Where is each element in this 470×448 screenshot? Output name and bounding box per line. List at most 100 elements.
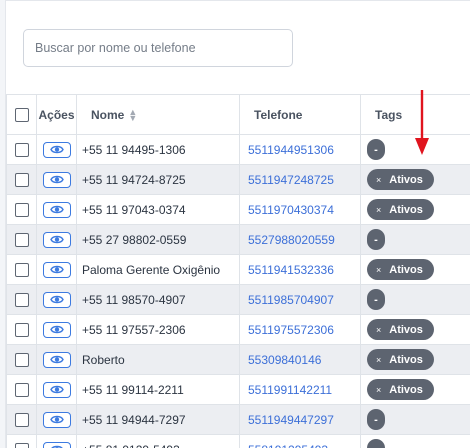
tag-empty-badge[interactable]: - (367, 289, 385, 310)
row-checkbox[interactable] (14, 412, 29, 427)
contact-name: +55 11 97557-2306 (76, 314, 240, 345)
row-checkbox[interactable] (14, 262, 29, 277)
contact-name: +55 27 98802-0559 (76, 224, 240, 255)
contact-tags-cell: × Ativos (360, 194, 470, 225)
contact-phone-link[interactable]: 55309840146 (239, 344, 361, 375)
contact-phone-link[interactable]: 5511944951306 (239, 134, 361, 165)
row-checkbox[interactable] (14, 382, 29, 397)
row-checkbox[interactable] (14, 142, 29, 157)
contact-name: +55 11 98570-4907 (76, 284, 240, 315)
tag-chip[interactable]: × Ativos (367, 319, 434, 340)
select-all-checkbox[interactable] (14, 107, 29, 122)
table-row: Roberto 55309840146 × Ativos (6, 344, 470, 375)
row-select-cell (6, 284, 37, 315)
tag-remove-icon[interactable]: × (376, 325, 381, 335)
contact-phone-link[interactable]: 5511985704907 (239, 284, 361, 315)
view-contact-button[interactable] (42, 201, 71, 218)
row-actions-cell (36, 344, 77, 375)
tag-chip[interactable]: × Ativos (367, 169, 434, 190)
tag-empty-badge[interactable]: - (367, 229, 385, 250)
row-select-cell (6, 314, 37, 345)
contact-name: Roberto (76, 344, 240, 375)
table-body: +55 11 94495-1306 5511944951306- +55 11 94… (6, 134, 470, 448)
contact-phone-link[interactable]: 5511941532336 (239, 254, 361, 285)
contact-name: +55 11 94495-1306 (76, 134, 240, 165)
sort-icon[interactable]: ▲ ▼ (128, 108, 137, 123)
view-contact-button[interactable] (42, 381, 71, 398)
view-contact-button[interactable] (42, 291, 71, 308)
tag-label: Ativos (389, 353, 423, 366)
tag-remove-icon[interactable]: × (376, 355, 381, 365)
view-contact-button[interactable] (42, 231, 71, 248)
row-actions-cell (36, 254, 77, 285)
contact-phone-link[interactable]: 558191295493 (239, 434, 361, 448)
row-checkbox[interactable] (14, 352, 29, 367)
row-checkbox[interactable] (14, 292, 29, 307)
tag-chip[interactable]: × Ativos (367, 259, 434, 280)
view-contact-button[interactable] (42, 321, 71, 338)
contacts-table: Ações Nome ▲ ▼ Telefone Tags +55 11 94495-… (6, 94, 470, 448)
row-checkbox[interactable] (14, 232, 29, 247)
contact-name: +55 11 94724-8725 (76, 164, 240, 195)
tag-empty-badge[interactable]: - (367, 139, 385, 160)
header-acoes: Ações (36, 94, 77, 135)
view-contact-button[interactable] (42, 261, 71, 278)
row-select-cell (6, 434, 37, 448)
row-checkbox[interactable] (14, 322, 29, 337)
contact-phone-link[interactable]: 5511970430374 (239, 194, 361, 225)
row-select-cell (6, 404, 37, 435)
contact-phone-link[interactable]: 5527988020559 (239, 224, 361, 255)
view-contact-button[interactable] (42, 411, 71, 428)
contact-phone-link[interactable]: 5511991142211 (239, 374, 361, 405)
view-contact-button[interactable] (42, 141, 71, 158)
contact-tags-cell: × Ativos (360, 164, 470, 195)
tag-label: Ativos (389, 323, 423, 336)
contact-phone-link[interactable]: 5511975572306 (239, 314, 361, 345)
tag-remove-icon[interactable]: × (376, 265, 381, 275)
contact-phone-link[interactable]: 5511949447297 (239, 404, 361, 435)
tag-chip[interactable]: × Ativos (367, 199, 434, 220)
row-select-cell (6, 374, 37, 405)
row-select-cell (6, 194, 37, 225)
contact-phone-link[interactable]: 5511947248725 (239, 164, 361, 195)
header-nome[interactable]: Nome ▲ ▼ (76, 94, 240, 135)
table-header-row: Ações Nome ▲ ▼ Telefone Tags (6, 94, 470, 135)
view-contact-button[interactable] (42, 441, 71, 448)
contact-tags-cell: - (360, 284, 470, 315)
row-select-cell (6, 254, 37, 285)
row-select-cell (6, 134, 37, 165)
tag-empty-badge[interactable]: - (367, 439, 385, 448)
red-arrow-icon (415, 90, 429, 155)
row-actions-cell (36, 314, 77, 345)
contact-name: +55 11 94944-7297 (76, 404, 240, 435)
tag-label: Ativos (389, 263, 423, 276)
view-contact-button[interactable] (42, 351, 71, 368)
tag-chip[interactable]: × Ativos (367, 349, 434, 370)
select-all-cell (6, 94, 37, 135)
contact-tags-cell: - (360, 434, 470, 448)
row-actions-cell (36, 134, 77, 165)
tag-empty-badge[interactable]: - (367, 409, 385, 430)
contact-name: +55 81 9129-5493 (76, 434, 240, 448)
row-checkbox[interactable] (14, 442, 29, 448)
table-row: Paloma Gerente Oxigênio 5511941532336 × Ati… (6, 254, 470, 285)
tag-remove-icon[interactable]: × (376, 175, 381, 185)
tag-remove-icon[interactable]: × (376, 385, 381, 395)
contact-name: +55 11 97043-0374 (76, 194, 240, 225)
row-select-cell (6, 164, 37, 195)
tag-remove-icon[interactable]: × (376, 205, 381, 215)
table-row: +55 11 97557-2306 5511975572306 × Ativos (6, 314, 470, 345)
table-row: +55 11 97043-0374 5511970430374 × Ativos (6, 194, 470, 225)
row-checkbox[interactable] (14, 172, 29, 187)
row-checkbox[interactable] (14, 202, 29, 217)
row-actions-cell (36, 194, 77, 225)
table-row: +55 11 94944-7297 5511949447297- (6, 404, 470, 435)
tag-chip[interactable]: × Ativos (367, 379, 434, 400)
view-contact-button[interactable] (42, 171, 71, 188)
tag-label: Ativos (389, 203, 423, 216)
table-row: +55 11 98570-4907 5511985704907- (6, 284, 470, 315)
row-select-cell (6, 224, 37, 255)
contact-tags-cell: × Ativos (360, 374, 470, 405)
contact-tags-cell: - (360, 404, 470, 435)
search-input[interactable] (24, 30, 292, 66)
